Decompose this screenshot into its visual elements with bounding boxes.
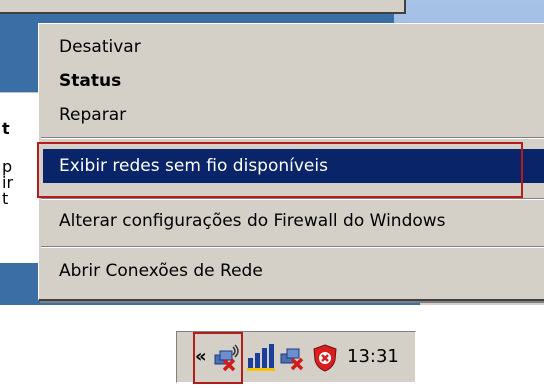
- system-tray: « 13:31: [176, 331, 416, 384]
- doc-fragment: t: [2, 189, 9, 208]
- security-shield-icon[interactable]: [309, 342, 341, 374]
- menu-item-status[interactable]: Status: [39, 64, 544, 98]
- background-document: t p ir t: [0, 92, 40, 263]
- clock[interactable]: 13:31: [347, 346, 399, 367]
- menu-item-reparar[interactable]: Reparar: [39, 98, 544, 132]
- menu-item-alterar-firewall[interactable]: Alterar configurações do Firewall do Win…: [39, 204, 544, 238]
- highlight-annotation-box: [37, 142, 523, 198]
- network-context-menu: Desativar Status Reparar Exibir redes se…: [37, 23, 544, 301]
- tray-annotation-box: [193, 332, 243, 384]
- menu-separator: [41, 246, 544, 248]
- menu-separator: [41, 137, 544, 139]
- network-disconnected-icon[interactable]: [277, 342, 309, 374]
- doc-fragment: t: [2, 119, 10, 138]
- background-window: [0, 0, 406, 14]
- menu-item-abrir-conexoes[interactable]: Abrir Conexões de Rede: [39, 254, 544, 288]
- wireless-signal-icon[interactable]: [245, 342, 277, 374]
- menu-item-desativar[interactable]: Desativar: [39, 30, 544, 64]
- menu-separator: [41, 198, 544, 200]
